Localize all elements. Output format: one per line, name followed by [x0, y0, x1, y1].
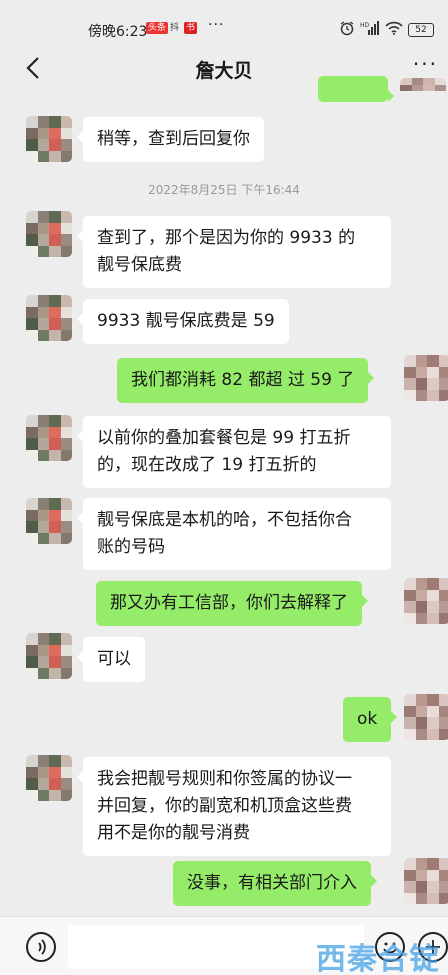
- message-bubble[interactable]: 我会把靓号规则和你签属的协议一 并回复，你的副宽和机顶盒这些费 用不是你的靓号消…: [77, 757, 391, 856]
- avatar-other[interactable]: [26, 116, 72, 162]
- message-bubble[interactable]: 靓号保底是本机的哈，不包括你合 账的号码: [77, 498, 391, 570]
- avatar-other[interactable]: [26, 498, 72, 544]
- avatar-self[interactable]: [404, 355, 448, 401]
- svg-text:HD: HD: [360, 22, 370, 29]
- message-bubble[interactable]: 9933 靓号保底费是 59: [77, 299, 289, 344]
- message-bubble-self[interactable]: 没事，有相关部门介入: [173, 861, 377, 906]
- avatar-other[interactable]: [26, 295, 72, 341]
- wifi-icon: [385, 21, 403, 38]
- avatar-other[interactable]: [26, 415, 72, 461]
- voice-input-button[interactable]: [26, 932, 56, 962]
- avatar-other[interactable]: [26, 211, 72, 257]
- status-bar: 傍晚6:23 头条 抖 书 ··· HD 52: [0, 0, 448, 40]
- message-bubble-self[interactable]: 我们都消耗 82 都超 过 59 了: [117, 358, 375, 403]
- timestamp: 2022年8月25日 下午16:44: [148, 183, 300, 197]
- message-bubble[interactable]: 稍等，查到后回复你: [77, 117, 264, 162]
- status-icons: HD 52: [339, 20, 434, 39]
- signal-icon: HD: [360, 21, 380, 38]
- avatar-other[interactable]: [26, 633, 72, 679]
- message-bubble-self[interactable]: 那又办有工信部，你们去解释了: [96, 581, 368, 626]
- message-bubble-partial[interactable]: [318, 76, 394, 102]
- more-options-button[interactable]: ···: [413, 52, 438, 76]
- alarm-icon: [339, 20, 355, 39]
- message-bubble-self[interactable]: ok: [343, 697, 398, 742]
- notification-icon-2: 抖: [170, 23, 180, 33]
- avatar-self[interactable]: [404, 694, 448, 740]
- battery-icon: 52: [408, 22, 434, 37]
- more-notifications-icon: ···: [208, 17, 225, 33]
- status-time: 傍晚6:23: [88, 24, 148, 40]
- notification-icon-3: 书: [184, 22, 198, 34]
- notification-icon: 头条: [146, 22, 169, 34]
- message-bubble[interactable]: 可以: [77, 637, 145, 682]
- avatar-self[interactable]: [404, 858, 448, 904]
- avatar-self-partial[interactable]: [400, 78, 446, 104]
- message-bubble[interactable]: 以前你的叠加套餐包是 99 打五折 的，现在改成了 19 打五折的: [77, 416, 391, 488]
- message-bubble[interactable]: 查到了，那个是因为你的 9933 的 靓号保底费: [77, 216, 391, 288]
- watermark: 西秦合锭: [316, 942, 440, 975]
- avatar-other[interactable]: [26, 755, 72, 801]
- voice-icon: [38, 939, 46, 955]
- avatar-self[interactable]: [404, 578, 448, 624]
